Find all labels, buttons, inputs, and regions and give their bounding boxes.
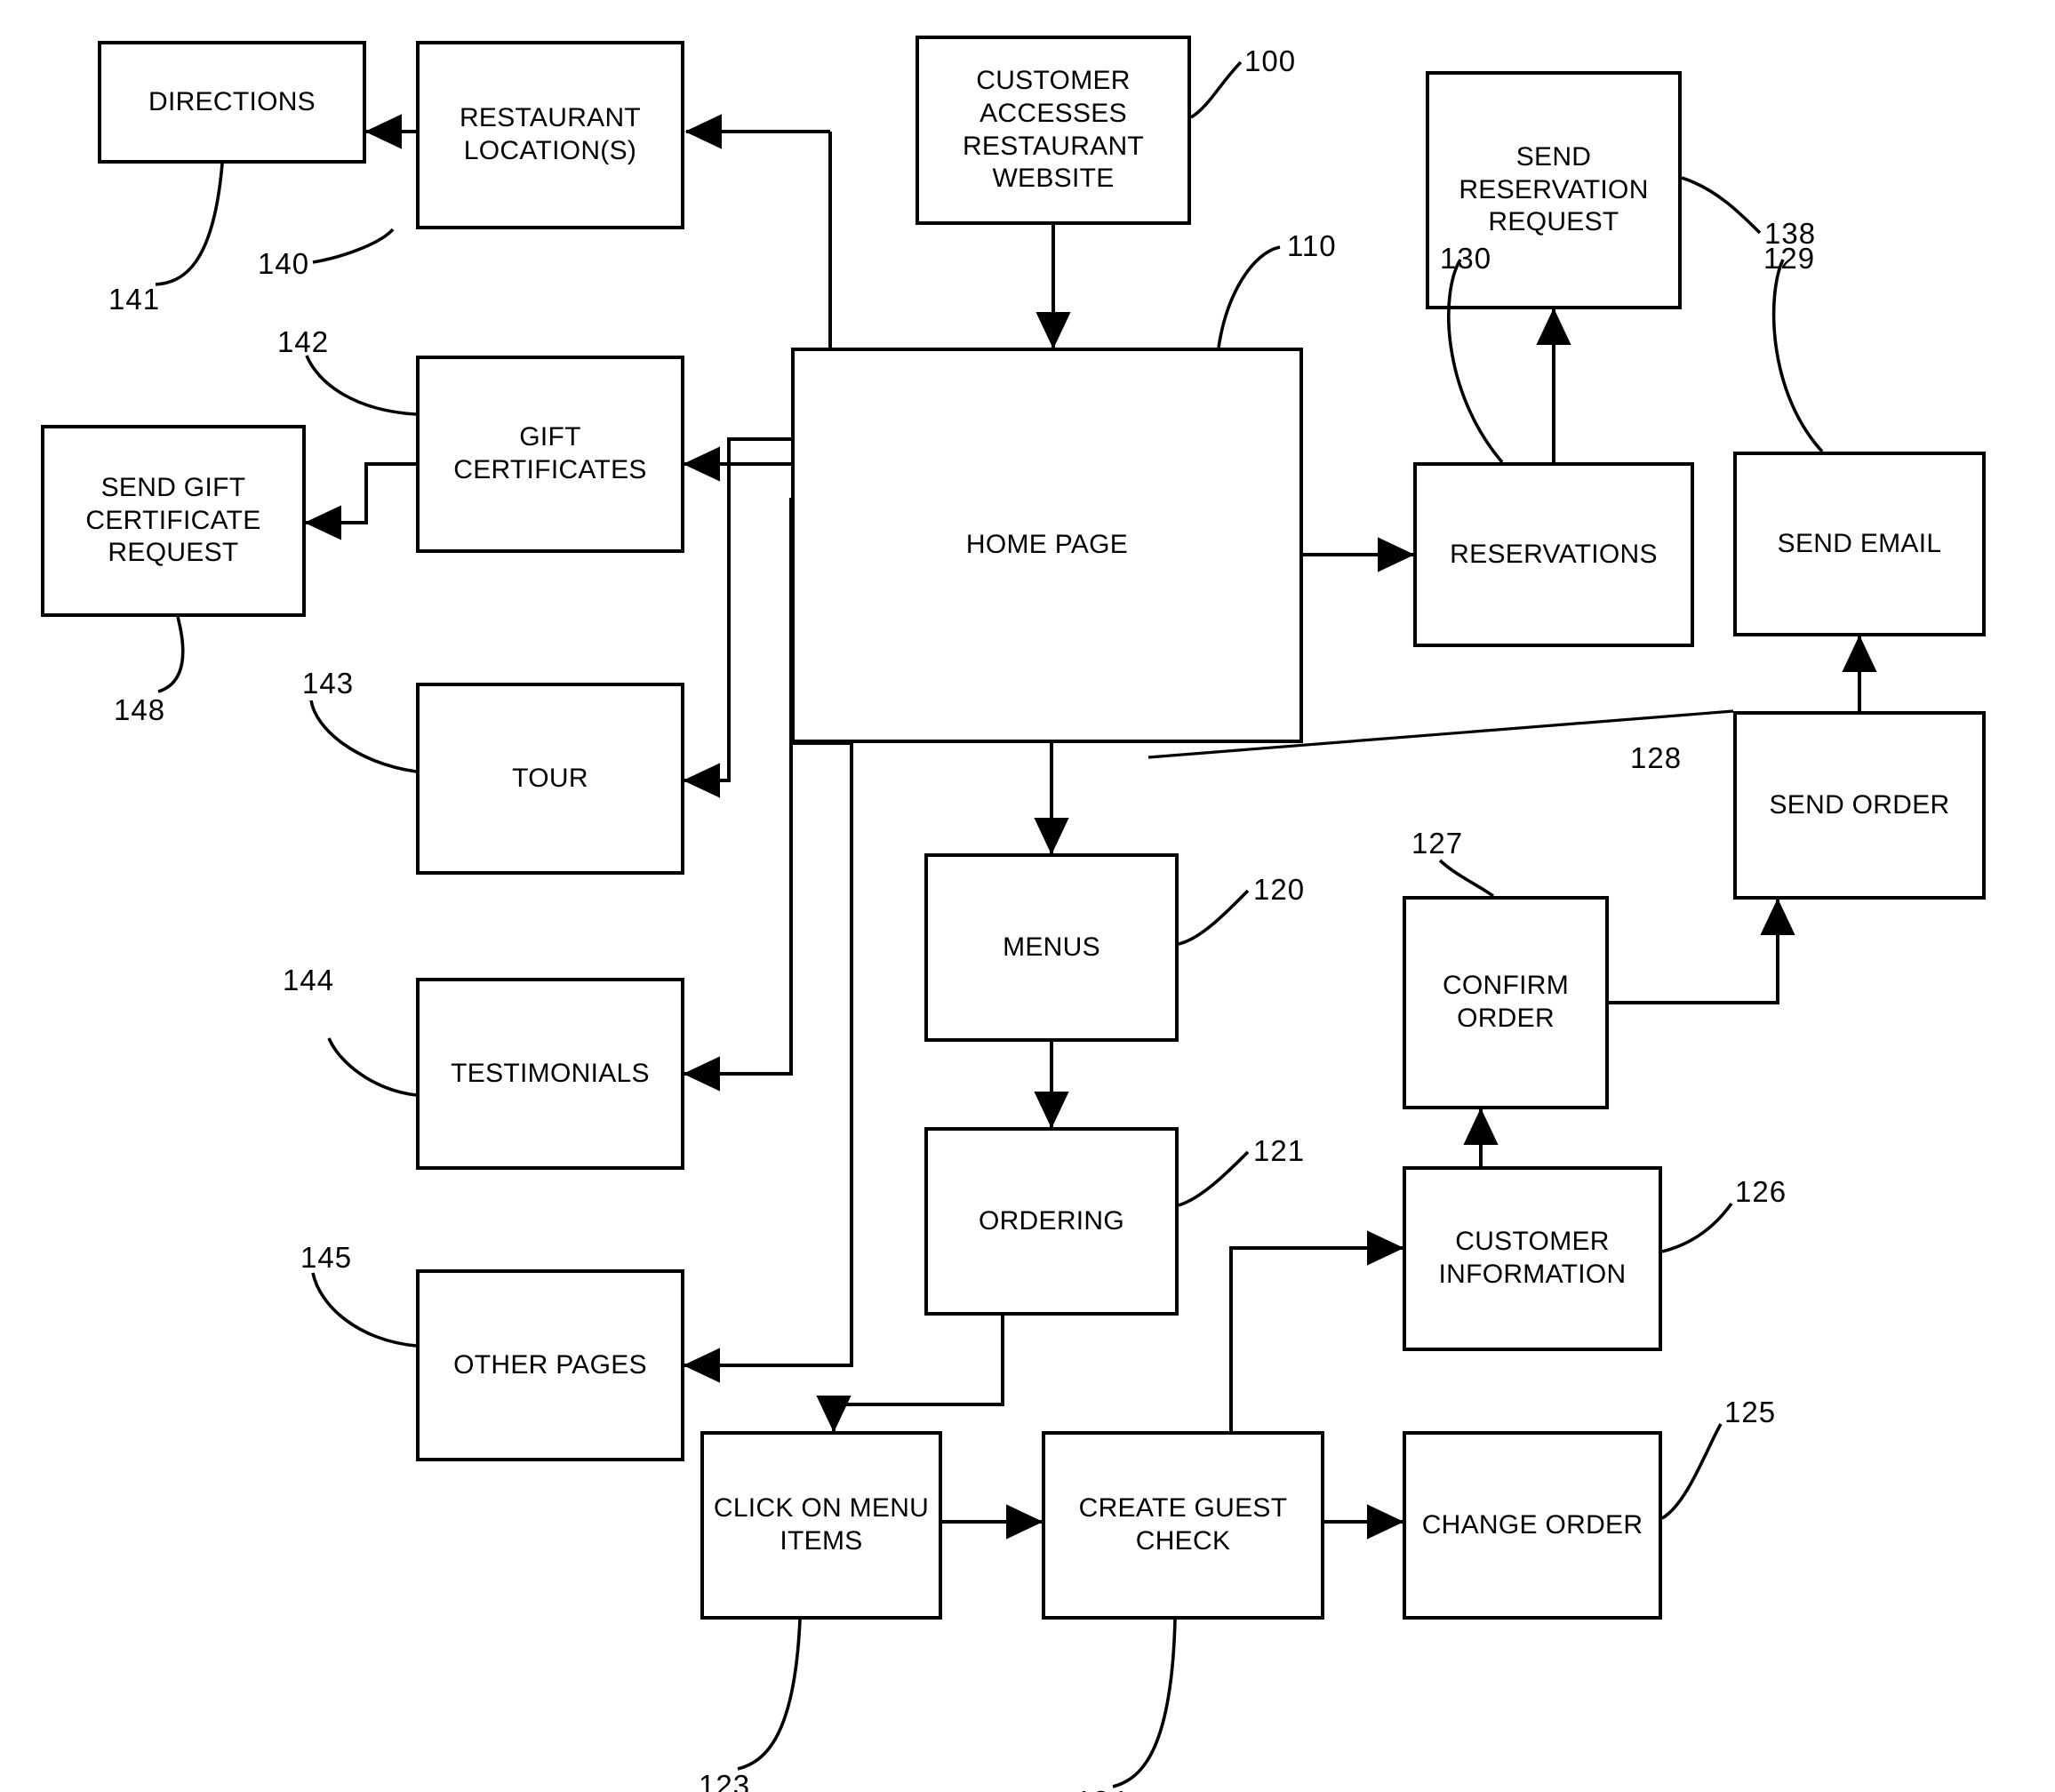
ref-145: 145 <box>300 1241 353 1274</box>
node-home-page[interactable]: HOME PAGE <box>791 348 1303 743</box>
leader-140 <box>312 228 395 264</box>
ref-128: 128 <box>1630 741 1683 774</box>
ref-127: 127 <box>1411 827 1464 860</box>
ref-123: 123 <box>699 1769 751 1792</box>
leader-148 <box>157 616 185 693</box>
leader-110 <box>1217 245 1281 348</box>
node-confirm-order-label: CONFIRM ORDER <box>1442 971 1570 1033</box>
ref-144: 144 <box>283 964 335 996</box>
ref-125: 125 <box>1724 1396 1777 1428</box>
node-confirm-order[interactable]: CONFIRM ORDER <box>1403 896 1609 1109</box>
node-ordering[interactable]: ORDERING <box>924 1127 1179 1316</box>
node-menus[interactable]: MENUS <box>924 853 1179 1042</box>
leader-145 <box>311 1272 417 1348</box>
leader-121 <box>1178 1150 1250 1207</box>
node-create-guest-check-label: CREATE GUEST CHECK <box>1078 1493 1288 1556</box>
node-reservations-label: RESERVATIONS <box>1450 539 1658 569</box>
ref-141: 141 <box>108 283 161 316</box>
node-home-page-label: HOME PAGE <box>965 530 1129 560</box>
node-directions[interactable]: DIRECTIONS <box>98 41 366 164</box>
node-send-email-label: SEND EMAIL <box>1777 528 1942 558</box>
ref-124: 124 <box>1075 1785 1127 1792</box>
ref-100: 100 <box>1244 44 1297 77</box>
leader-120 <box>1178 889 1250 946</box>
leader-142 <box>305 355 417 416</box>
edge-121-123 <box>816 1316 1004 1433</box>
node-reservations[interactable]: RESERVATIONS <box>1413 462 1694 647</box>
leader-141 <box>155 163 224 286</box>
node-gift-certificates-label: GIFT CERTIFICATES <box>453 422 647 484</box>
node-click-on-menu-items[interactable]: CLICK ON MENU ITEMS <box>700 1431 942 1620</box>
node-send-order[interactable]: SEND ORDER <box>1733 711 1986 900</box>
patent-flowchart-canvas: DIRECTIONS RESTAURANT LOCATION(S) CUSTOM… <box>0 0 2055 1792</box>
node-gift-certificates[interactable]: GIFT CERTIFICATES <box>416 356 684 553</box>
ref-121: 121 <box>1253 1134 1306 1167</box>
node-restaurant-locations-label: RESTAURANT LOCATION(S) <box>459 103 642 165</box>
leader-127 <box>1438 859 1495 898</box>
edge-127-128 <box>1609 898 1795 1004</box>
leader-129 <box>1771 259 1824 453</box>
node-change-order[interactable]: CHANGE ORDER <box>1403 1431 1662 1620</box>
node-create-guest-check[interactable]: CREATE GUEST CHECK <box>1042 1431 1324 1620</box>
node-ordering-label: ORDERING <box>978 1205 1125 1236</box>
ref-120: 120 <box>1253 873 1306 906</box>
node-other-pages-label: OTHER PAGES <box>453 1349 647 1380</box>
node-testimonials-label: TESTIMONIALS <box>451 1058 650 1088</box>
leader-100 <box>1190 60 1243 119</box>
node-menus-label: MENUS <box>1003 932 1100 962</box>
node-send-gift-certificate-request-label: SEND GIFT CERTIFICATE REQUEST <box>85 473 261 568</box>
leader-126 <box>1661 1202 1733 1253</box>
ref-129: 129 <box>1763 242 1816 275</box>
leader-138 <box>1681 176 1762 235</box>
node-customer-information[interactable]: CUSTOMER INFORMATION <box>1403 1166 1662 1351</box>
node-testimonials[interactable]: TESTIMONIALS <box>416 978 684 1170</box>
edge-110-144 <box>683 498 793 1092</box>
ref-143: 143 <box>302 667 355 700</box>
node-restaurant-locations[interactable]: RESTAURANT LOCATION(S) <box>416 41 684 229</box>
node-directions-label: DIRECTIONS <box>148 86 316 116</box>
node-click-on-menu-items-label: CLICK ON MENU ITEMS <box>713 1493 930 1556</box>
edge-110-143 <box>683 437 791 798</box>
node-other-pages[interactable]: OTHER PAGES <box>416 1269 684 1461</box>
edge-110-145 <box>683 743 853 1383</box>
ref-140: 140 <box>258 247 310 280</box>
edge-142-148 <box>304 462 416 540</box>
node-customer-accesses-website-label: CUSTOMER ACCESSES RESTAURANT WEBSITE <box>962 66 1145 194</box>
ref-148: 148 <box>114 693 166 726</box>
node-customer-information-label: CUSTOMER INFORMATION <box>1438 1227 1627 1289</box>
node-send-order-label: SEND ORDER <box>1769 789 1950 820</box>
leader-144 <box>327 1037 417 1097</box>
leader-143 <box>309 700 417 773</box>
leader-124 <box>1112 1619 1177 1788</box>
node-customer-accesses-website[interactable]: CUSTOMER ACCESSES RESTAURANT WEBSITE <box>916 36 1191 225</box>
ref-142: 142 <box>277 325 330 358</box>
node-send-reservation-request-label: SEND RESERVATION REQUEST <box>1459 142 1649 237</box>
node-change-order-label: CHANGE ORDER <box>1421 1509 1643 1540</box>
node-send-gift-certificate-request[interactable]: SEND GIFT CERTIFICATE REQUEST <box>41 425 306 617</box>
leader-125 <box>1661 1423 1723 1520</box>
ref-130: 130 <box>1440 242 1492 275</box>
node-tour-label: TOUR <box>512 763 588 793</box>
edge-124-126 <box>1229 1230 1404 1431</box>
node-tour[interactable]: TOUR <box>416 683 684 875</box>
ref-110: 110 <box>1287 229 1337 262</box>
node-send-email[interactable]: SEND EMAIL <box>1733 452 1986 636</box>
leader-123 <box>737 1619 802 1771</box>
ref-126: 126 <box>1735 1175 1787 1208</box>
